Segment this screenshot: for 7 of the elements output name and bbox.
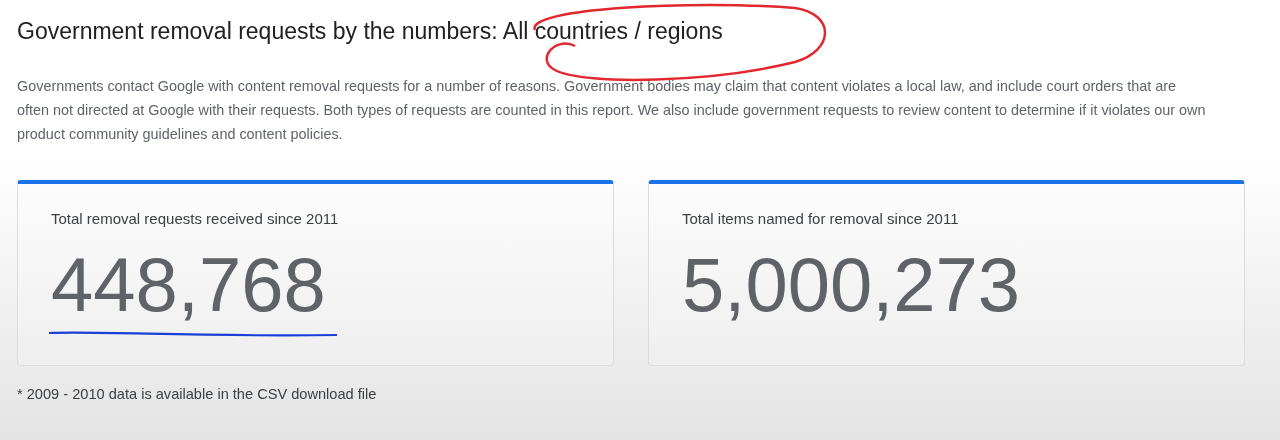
stat-value: 448,768 <box>51 245 327 325</box>
footnote: * 2009 - 2010 data is available in the CSV download file <box>17 386 378 402</box>
stat-value: 5,000,273 <box>682 245 1021 325</box>
stat-label: Total removal requests received since 2011 <box>51 210 340 227</box>
intro-paragraph: Governments contact Google with content removal requests for a number of reasons. Government bodies may claim that content violates a local law, and include court orders that are often not directed at Google with their requests. Both types of requests are counted in this report. We also include government requests to review content to determine if it violates our own product community guidelines and content policies. <box>17 77 1207 144</box>
page-heading: Government removal requests by the numbers: All countries / regions <box>17 18 723 44</box>
stat-label: Total items named for removal since 2011 <box>682 210 960 227</box>
